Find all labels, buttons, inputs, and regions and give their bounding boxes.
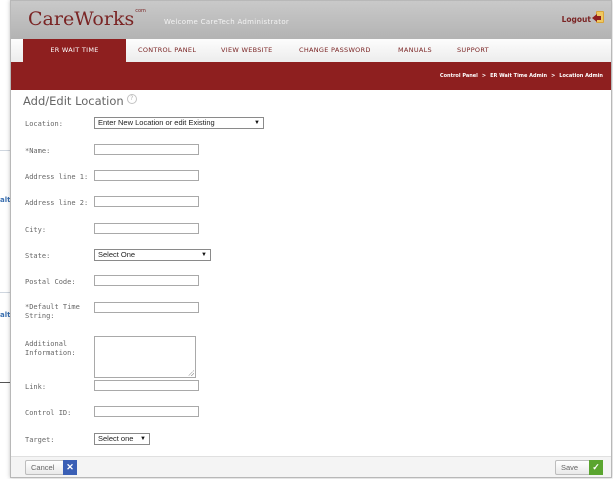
target-label: Target: <box>25 436 55 444</box>
name-label: *Name: <box>25 147 51 155</box>
default-time-input[interactable] <box>94 302 199 313</box>
default-time-label-line-1: *Default Time <box>25 303 80 311</box>
nav-control-panel[interactable]: CONTROL PANEL <box>138 39 196 62</box>
breadcrumb-control-panel[interactable]: Control Panel <box>440 73 478 79</box>
default-time-label: *Default Time String: <box>25 303 80 321</box>
link-label: Link: <box>25 383 47 391</box>
close-icon: ✕ <box>63 460 77 475</box>
dropdown-arrow-icon: ▼ <box>201 252 207 258</box>
additional-info-label: Additional Information: <box>25 340 76 358</box>
save-button[interactable]: Save ✓ <box>555 460 603 475</box>
background-text-fragment: alt <box>0 311 11 319</box>
nav-support[interactable]: SUPPORT <box>457 39 489 62</box>
location-select-value: Enter New Location or edit Existing <box>98 118 215 127</box>
address-line-1-label: Address line 1: <box>25 173 89 181</box>
nav-er-wait-time[interactable]: ER WAIT TIME <box>23 39 126 62</box>
breadcrumb-location-admin[interactable]: Location Admin <box>559 73 603 79</box>
default-time-label-line-2: String: <box>25 312 55 320</box>
postal-code-label: Postal Code: <box>25 278 76 286</box>
postal-code-input[interactable] <box>94 275 199 286</box>
city-input[interactable] <box>94 223 199 234</box>
logo-mark: com <box>135 8 146 14</box>
edit-location-window: CareWorkscom Welcome CareTech Administra… <box>10 0 612 478</box>
main-navigation: ER WAIT TIME CONTROL PANEL VIEW WEBSITE … <box>11 39 611 63</box>
state-select-value: Select One <box>98 250 136 259</box>
background-text-fragment: alt <box>0 196 11 204</box>
welcome-message: Welcome CareTech Administrator <box>164 18 290 26</box>
help-icon[interactable]: ? <box>126 94 137 105</box>
additional-info-label-line-1: Additional <box>25 340 68 348</box>
app-header: CareWorkscom Welcome CareTech Administra… <box>11 1 611 39</box>
breadcrumb-separator: > <box>481 73 487 79</box>
location-label: Location: <box>25 120 63 128</box>
cancel-button-label: Cancel <box>31 463 55 472</box>
location-select[interactable]: Enter New Location or edit Existing ▼ <box>94 117 264 129</box>
checkmark-icon: ✓ <box>589 460 603 475</box>
additional-info-textarea[interactable] <box>94 336 196 378</box>
nav-view-website[interactable]: VIEW WEBSITE <box>221 39 273 62</box>
state-label: State: <box>25 252 51 260</box>
logo-text: CareWorks <box>28 8 135 30</box>
dropdown-arrow-icon: ▼ <box>140 436 146 442</box>
state-select[interactable]: Select One ▼ <box>94 249 211 261</box>
address-line-2-label: Address line 2: <box>25 199 89 207</box>
logout-icon[interactable] <box>592 11 608 25</box>
breadcrumb-bar: Control Panel > ER Wait Time Admin > Locatio… <box>11 62 611 90</box>
address-line-1-input[interactable] <box>94 170 199 181</box>
link-input[interactable] <box>94 380 199 391</box>
logout-link[interactable]: Logout <box>562 15 591 24</box>
breadcrumb-separator: > <box>551 73 556 79</box>
careworks-logo[interactable]: CareWorkscom <box>28 8 146 30</box>
dropdown-arrow-icon: ▼ <box>254 120 260 126</box>
name-input[interactable] <box>94 144 199 155</box>
resize-grip-icon[interactable] <box>188 370 194 376</box>
city-label: City: <box>25 226 47 234</box>
nav-change-password[interactable]: CHANGE PASSWORD <box>299 39 371 62</box>
additional-info-label-line-2: Information: <box>25 349 76 357</box>
breadcrumb-er-wait-time-admin[interactable]: ER Wait Time Admin <box>490 73 547 79</box>
address-line-2-input[interactable] <box>94 196 199 207</box>
page-title: Add/Edit Location? <box>23 94 137 108</box>
nav-manuals[interactable]: MANUALS <box>398 39 432 62</box>
cancel-button[interactable]: Cancel ✕ <box>25 460 77 475</box>
target-select[interactable]: Select one ▼ <box>94 433 150 445</box>
target-select-value: Select one <box>98 434 134 443</box>
breadcrumb: Control Panel > ER Wait Time Admin > Locatio… <box>440 73 603 79</box>
form-footer: Cancel ✕ Save ✓ <box>11 456 611 477</box>
save-button-label: Save <box>561 463 579 472</box>
control-id-input[interactable] <box>94 406 199 417</box>
control-id-label: Control ID: <box>25 409 72 417</box>
page-title-text: Add/Edit Location <box>23 94 124 108</box>
